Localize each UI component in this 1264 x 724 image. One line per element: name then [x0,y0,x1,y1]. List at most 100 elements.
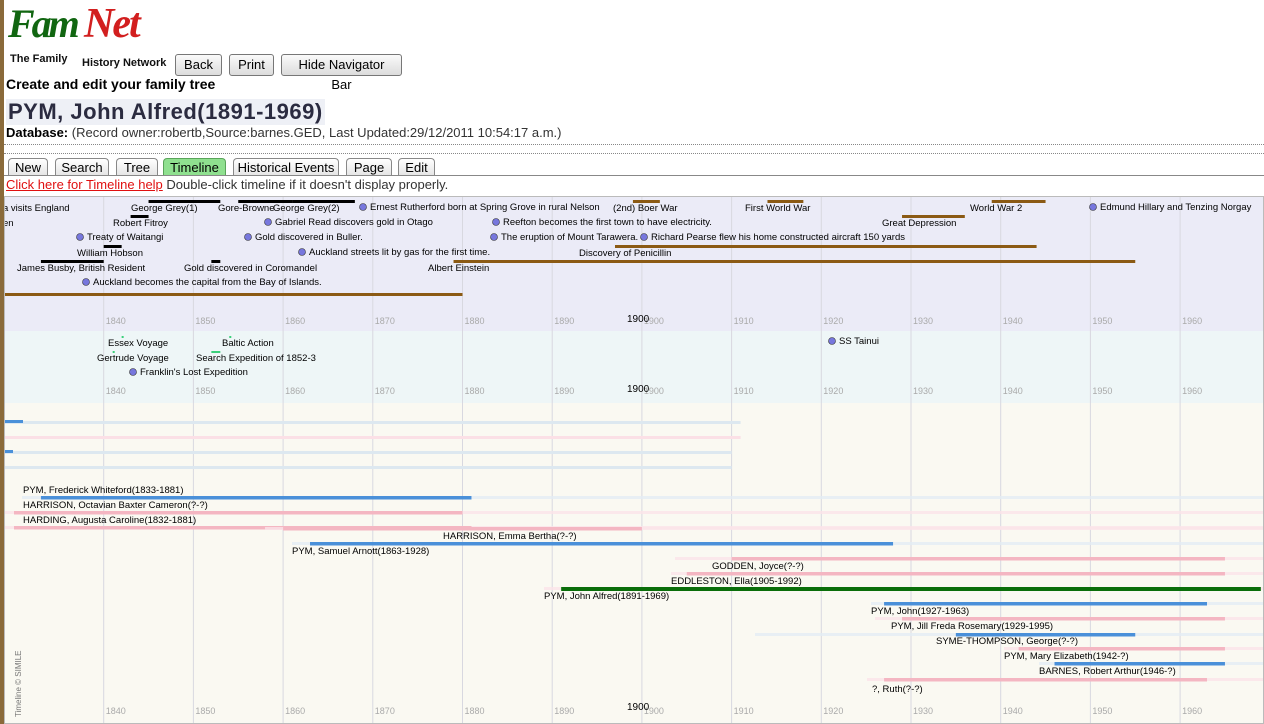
person-label: PYM, Samuel Arnott(1863-1928) [292,546,429,557]
history-event-label: Edmund Hillary and Tenzing Norgay [1100,202,1252,213]
person-label: PYM, Jill Freda Rosemary(1929-1995) [891,621,1053,632]
timeline-widget[interactable]: 1840 1840 1840 1850 1850 1850 1860 1860 1860 1870… [4,196,1264,724]
decade-label: 1960 [1182,706,1202,716]
history-event-label: Auckland streets lit by gas for the firs… [309,247,490,258]
history-event-label: Gold discovered in Buller. [255,232,363,243]
decade-label: 1910 [734,386,754,396]
history-event-bar [453,260,1136,263]
tab-tree[interactable]: Tree [116,158,158,176]
history-event-dot [82,278,90,286]
history-event-label: Gold discovered in Coromandel [184,263,317,274]
timeline-help-note: Double-click timeline if it doesn't disp… [166,177,449,192]
tab-page[interactable]: Page [346,158,392,176]
timeline-help-link[interactable]: Click here for Timeline help [6,177,163,192]
person-life-bar [884,602,1208,606]
back-button[interactable]: Back [175,54,222,76]
history-event-label: James Busby, British Resident [17,263,145,274]
history-event-label: a visits England [5,203,70,214]
voyage-label: Essex Voyage [108,338,168,349]
database-value: (Record owner:robertb,Source:barnes.GED,… [71,125,562,140]
decade-label: 1890 [554,386,574,396]
decade-label: 1940 [1003,386,1023,396]
voyage-label: Gertrude Voyage [97,353,169,364]
decade-label: 1930 [913,316,933,326]
tab-historical-events[interactable]: Historical Events [233,158,339,176]
decade-label: 1890 [554,706,574,716]
decade-label: 1910 [734,316,754,326]
person-label: PYM, Mary Elizabeth(1942-?) [1004,651,1129,662]
history-event-dot [640,233,648,241]
famnet-logo[interactable]: Fam Net The Family History Network [6,1,174,72]
history-event-label: Reefton becomes the first town to have e… [503,217,712,228]
history-event-label: George Grey(1) [131,203,198,214]
ancestor-ghost-bar [5,421,741,424]
person-label: HARRISON, Octavian Baxter Cameron(?-?) [23,500,208,511]
decade-label: 1870 [375,386,395,396]
decade-label: 1920 [823,706,843,716]
timeline-canvas[interactable]: 1840 1840 1840 1850 1850 1850 1860 1860 1860 1870… [5,197,1264,724]
ancestor-ghost-bar [5,436,741,439]
decade-label: 1840 [106,386,126,396]
decade-label: 1880 [465,316,485,326]
tab-edit[interactable]: Edit [398,158,435,176]
person-life-bar [40,496,472,500]
ancestor-ghost-bar [5,451,732,454]
person-life-bar [1018,647,1225,651]
history-event-dot [244,233,252,241]
logo-net-text: Net [84,1,141,47]
decade-label: 1850 [195,706,215,716]
decade-label: 1890 [554,316,574,326]
voyage-label: Franklin's Lost Expedition [140,367,248,378]
tab-underline [4,175,1264,176]
page-subtitle: Create and edit your family tree [6,76,216,92]
decade-label: 1940 [1003,316,1023,326]
hide-navigator-button[interactable]: Hide Navigator Bar [281,54,402,92]
history-event-label: Auckland becomes the capital from the Ba… [93,277,322,288]
divider [4,153,1264,154]
logo-fam-text: Fam [8,1,80,46]
history-event-dot [1089,203,1097,211]
decade-label: 1960 [1182,316,1202,326]
decade-label: 1920 [823,386,843,396]
decade-label: 1930 [913,706,933,716]
person-label: HARDING, Augusta Caroline(1832-1881) [23,515,196,526]
history-event-label: en [5,218,14,229]
person-life-bar [902,617,1225,621]
history-event-label: Albert Einstein [428,263,489,274]
decade-label: 1930 [913,386,933,396]
history-event-label: George Grey(2) [273,203,340,214]
history-event-label: Gabriel Read discovers gold in Otago [275,217,433,228]
decade-label: 1880 [465,706,485,716]
history-event-dot [492,218,500,226]
voyage-dot [828,337,836,345]
history-event-dot [76,233,84,241]
decade-label: 1960 [1182,386,1202,396]
decade-label: 1860 [285,706,305,716]
person-label: HARRISON, Emma Bertha(?-?) [443,531,577,542]
decade-label: 1910 [734,706,754,716]
person-life-bar [884,678,1208,682]
logo-tagline-2: History Network [82,57,167,69]
person-label: SYME-THOMPSON, George(?-?) [936,636,1078,647]
history-event-label: Richard Pearse flew his home constructed… [651,232,905,243]
decade-label: 1850 [195,386,215,396]
tab-search[interactable]: Search [55,158,109,176]
history-event-label: Robert Fitroy [113,218,168,229]
center-year-label: 1900 [627,314,650,325]
history-event-label: Gore-Browne [218,203,275,214]
person-life-bar [310,542,894,546]
person-life-bar [1054,662,1225,666]
person-label: GODDEN, Joyce(?-?) [712,561,804,572]
decade-label: 1840 [106,706,126,716]
person-life-bar [731,557,1225,561]
print-button[interactable]: Print [229,54,274,76]
history-event-dot [359,203,367,211]
decade-label: 1840 [106,316,126,326]
tab-new[interactable]: New [8,158,48,176]
history-event-label: World War 2 [970,203,1022,214]
tab-timeline[interactable]: Timeline [163,158,226,176]
person-label: ?, Ruth(?-?) [872,684,923,695]
divider [4,144,1264,145]
history-event-label: The eruption of Mount Tarawera. [501,232,638,243]
person-label: PYM, John Alfred(1891-1969) [544,591,669,602]
